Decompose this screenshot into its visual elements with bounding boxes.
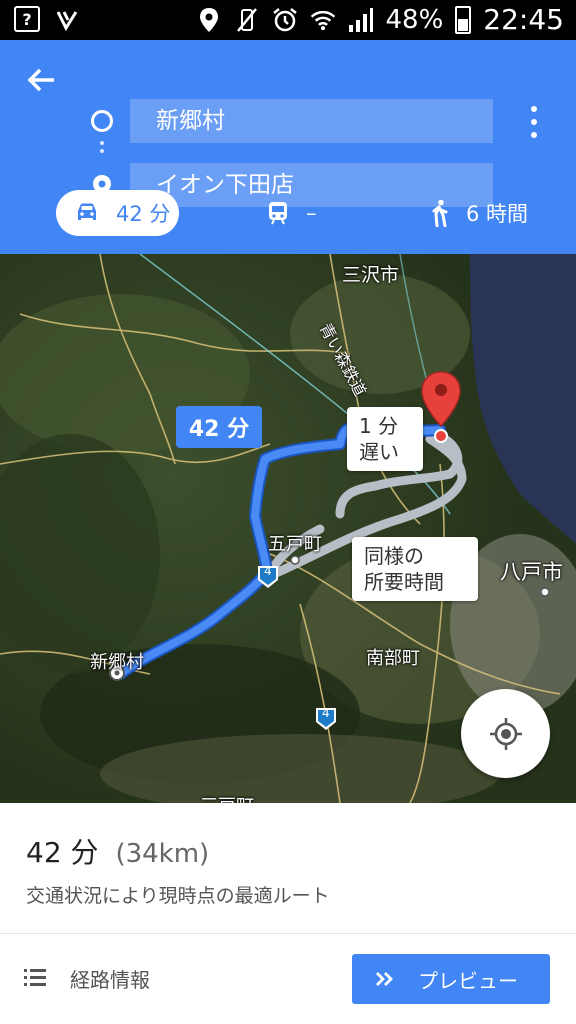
preview-button[interactable]: プレビュー (352, 954, 550, 1004)
list-icon (24, 969, 48, 987)
transit-duration: – (306, 201, 317, 225)
summary-duration: 42 分 (26, 836, 99, 869)
clock: 22:45 (483, 3, 564, 36)
more-options-button[interactable] (528, 106, 540, 138)
vibrate-mute-icon (234, 6, 260, 34)
drive-duration: 42 分 (116, 202, 171, 226)
car-icon (78, 203, 96, 220)
route-connector-icon (99, 141, 105, 161)
tab-transit[interactable]: – (266, 190, 317, 236)
selected-route-badge[interactable]: 42 分 (176, 406, 262, 448)
route-steps-button[interactable]: 経路情報 (24, 953, 150, 1003)
alt-route-badge-slower[interactable]: 1 分 遅い (347, 407, 423, 471)
wifi-icon (310, 6, 336, 34)
directions-header: 新郷村 イオン下田店 42 分 – 6 時間 (0, 40, 576, 254)
battery-percent: 48% (385, 4, 444, 35)
alt-route-badge-same[interactable]: 同様の 所要時間 (352, 537, 478, 601)
route-steps-label: 経路情報 (70, 967, 150, 992)
summary-description: 交通状況により現時点の最適ルート (26, 885, 330, 907)
tab-drive[interactable]: 42 分 (56, 190, 179, 236)
place-label-shingo: 新郷村 (90, 652, 144, 673)
route-shield-label-south: 4 (322, 706, 330, 720)
divider (0, 933, 576, 934)
signal-icon (348, 6, 374, 34)
crosshair-icon (489, 717, 522, 750)
alarm-icon (272, 6, 298, 34)
origin-circle-icon (91, 110, 113, 132)
place-label-hachinohe: 八戸市 (500, 560, 563, 584)
tab-walk[interactable]: 6 時間 (430, 190, 528, 236)
summary-distance: (34km) (115, 839, 210, 869)
sim-card-icon: ? (14, 6, 40, 32)
place-label-nanbu: 南部町 (366, 648, 420, 669)
place-label-gonohe: 五戸町 (268, 534, 322, 555)
alt-route-same-line1: 同様の (364, 544, 424, 568)
my-location-button[interactable] (461, 689, 550, 778)
battery-icon (455, 5, 472, 34)
alt-route-slower-line2: 遅い (359, 440, 399, 464)
double-chevron-icon (376, 972, 393, 986)
place-label-misawa: 三沢市 (342, 264, 400, 286)
back-arrow-icon (27, 68, 54, 92)
status-bar: ? 48% 22:45 (0, 0, 576, 40)
alt-route-same-line2: 所要時間 (364, 570, 444, 594)
walk-duration: 6 時間 (466, 202, 529, 226)
route-summary-sheet[interactable]: 42 分 (34km) 交通状況により現時点の最適ルート 経路情報 プレビュー (0, 803, 576, 1024)
preview-label: プレビュー (418, 968, 518, 993)
route-summary-title: 42 分 (34km) (26, 831, 209, 871)
travel-mode-tabs: 42 分 – 6 時間 (0, 190, 576, 238)
location-icon (196, 6, 222, 34)
train-icon (269, 202, 287, 225)
alt-route-slower-line1: 1 分 (359, 414, 399, 438)
walking-icon (432, 199, 448, 227)
back-button[interactable] (24, 62, 60, 98)
route-shield-label: 4 (264, 564, 272, 578)
app-notification-icon (54, 6, 80, 34)
origin-field[interactable]: 新郷村 (130, 99, 493, 143)
place-label-sannohe: 三戸町 (200, 792, 254, 803)
